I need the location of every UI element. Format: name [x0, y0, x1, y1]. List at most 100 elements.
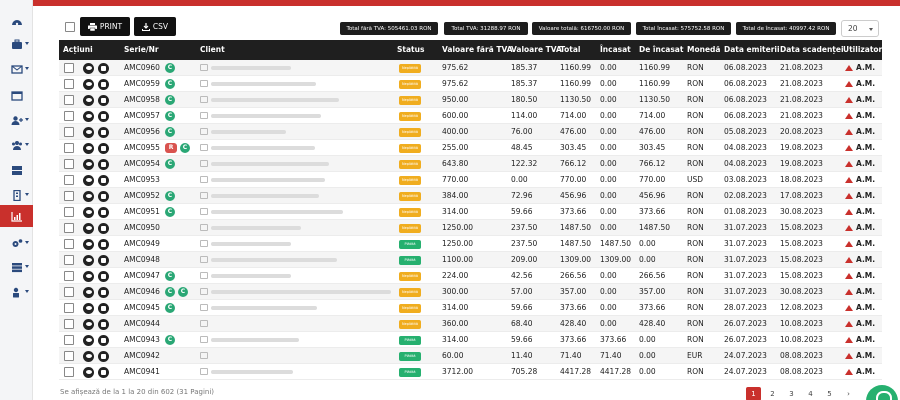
edit-client-icon[interactable]: [200, 160, 208, 167]
view-icon[interactable]: [83, 350, 94, 362]
table-row[interactable]: AMC0943 314.00 59.66 373.66 373.66 0.00 RON 26.…: [59, 332, 882, 348]
delete-icon[interactable]: [98, 270, 109, 282]
delete-icon[interactable]: [98, 174, 109, 186]
delete-icon[interactable]: [98, 302, 109, 314]
sidebar-item-add-user[interactable]: [0, 109, 33, 131]
sidebar-item-briefcase[interactable]: [0, 33, 33, 55]
table-row[interactable]: AMC0958 950.00 180.50 1130.50 0.00 1130.50 RON…: [59, 92, 882, 108]
delete-icon[interactable]: [98, 110, 109, 122]
edit-client-icon[interactable]: [200, 256, 208, 263]
row-checkbox[interactable]: [64, 255, 74, 265]
col-actions[interactable]: Acțiuni: [63, 40, 93, 60]
row-checkbox[interactable]: [64, 335, 74, 345]
col-total[interactable]: Total: [560, 40, 581, 60]
row-checkbox[interactable]: [64, 159, 74, 169]
page-next[interactable]: ›: [841, 387, 856, 400]
delete-icon[interactable]: [98, 334, 109, 346]
delete-icon[interactable]: [98, 318, 109, 330]
credit-badge[interactable]: C: [165, 303, 175, 313]
col-number[interactable]: Serie/Nr: [124, 40, 159, 60]
client-name-redacted[interactable]: [211, 290, 391, 294]
page-4[interactable]: 4: [803, 387, 818, 400]
invoice-number[interactable]: AMC0954: [124, 156, 160, 172]
view-icon[interactable]: [83, 286, 94, 298]
client-name-redacted[interactable]: [211, 178, 325, 182]
client-name-redacted[interactable]: [211, 146, 315, 150]
view-icon[interactable]: [83, 318, 94, 330]
col-currency[interactable]: Monedă: [687, 40, 720, 60]
credit-badge[interactable]: C: [165, 335, 175, 345]
select-all-checkbox[interactable]: [65, 22, 75, 32]
edit-client-icon[interactable]: [200, 320, 208, 327]
view-icon[interactable]: [83, 206, 94, 218]
edit-client-icon[interactable]: [200, 336, 208, 343]
delete-icon[interactable]: [98, 206, 109, 218]
delete-icon[interactable]: [98, 366, 109, 378]
invoice-number[interactable]: AMC0957: [124, 108, 160, 124]
invoice-number[interactable]: AMC0944: [124, 316, 160, 332]
credit-badge[interactable]: C: [165, 191, 175, 201]
credit-badge[interactable]: C: [165, 79, 175, 89]
table-row[interactable]: AMC0948 1100.00 209.00 1309.00 1309.00 0.00 RO…: [59, 252, 882, 268]
view-icon[interactable]: [83, 254, 94, 266]
table-row[interactable]: AMC0956 400.00 76.00 476.00 0.00 476.00 RON 05.…: [59, 124, 882, 140]
invoice-number[interactable]: AMC0943: [124, 332, 160, 348]
col-issued[interactable]: Data emiterii: [724, 40, 780, 60]
edit-client-icon[interactable]: [200, 64, 208, 71]
credit-badge[interactable]: C: [180, 143, 190, 153]
delete-icon[interactable]: [98, 62, 109, 74]
row-checkbox[interactable]: [64, 175, 74, 185]
credit-badge[interactable]: C: [165, 207, 175, 217]
table-row[interactable]: AMC0955 255.00 48.45 303.45 0.00 303.45 RON 04.…: [59, 140, 882, 156]
row-checkbox[interactable]: [64, 63, 74, 73]
table-row[interactable]: AMC0952 384.00 72.96 456.96 0.00 456.96 RON 02.…: [59, 188, 882, 204]
credit-badge[interactable]: C: [165, 159, 175, 169]
edit-client-icon[interactable]: [200, 192, 208, 199]
edit-client-icon[interactable]: [200, 112, 208, 119]
credit-badge[interactable]: C: [165, 127, 175, 137]
row-checkbox[interactable]: [64, 207, 74, 217]
sidebar-item-cards[interactable]: [0, 159, 33, 181]
delete-icon[interactable]: [98, 126, 109, 138]
invoice-number[interactable]: AMC0960: [124, 60, 160, 76]
row-checkbox[interactable]: [64, 79, 74, 89]
page-5[interactable]: 5: [822, 387, 837, 400]
view-icon[interactable]: [83, 94, 94, 106]
client-name-redacted[interactable]: [211, 306, 317, 310]
edit-client-icon[interactable]: [200, 352, 208, 359]
table-row[interactable]: AMC0947 224.00 42.56 266.56 0.00 266.56 RON 31.…: [59, 268, 882, 284]
row-checkbox[interactable]: [64, 95, 74, 105]
delete-icon[interactable]: [98, 238, 109, 250]
client-name-redacted[interactable]: [211, 258, 337, 262]
row-checkbox[interactable]: [64, 367, 74, 377]
credit-badge[interactable]: C: [165, 95, 175, 105]
view-icon[interactable]: [83, 334, 94, 346]
edit-client-icon[interactable]: [200, 144, 208, 151]
client-name-redacted[interactable]: [211, 242, 291, 246]
delete-icon[interactable]: [98, 254, 109, 266]
delete-icon[interactable]: [98, 190, 109, 202]
edit-client-icon[interactable]: [200, 288, 208, 295]
csv-button[interactable]: CSV: [134, 17, 176, 36]
view-icon[interactable]: [83, 174, 94, 186]
col-deadline[interactable]: Data scadenței: [780, 40, 844, 60]
sidebar-item-dashboard[interactable]: [0, 10, 33, 32]
invoice-number[interactable]: AMC0951: [124, 204, 160, 220]
client-name-redacted[interactable]: [211, 82, 316, 86]
view-icon[interactable]: [83, 302, 94, 314]
table-row[interactable]: AMC0946 300.00 57.00 357.00 0.00 357.00 RON 31.…: [59, 284, 882, 300]
page-3[interactable]: 3: [784, 387, 799, 400]
row-checkbox[interactable]: [64, 239, 74, 249]
credit-badge[interactable]: C: [165, 63, 175, 73]
edit-client-icon[interactable]: [200, 128, 208, 135]
client-name-redacted[interactable]: [211, 98, 339, 102]
invoice-number[interactable]: AMC0948: [124, 252, 160, 268]
sidebar-item-account[interactable]: [0, 281, 33, 303]
col-user[interactable]: Utilizator: [843, 40, 882, 60]
page-1[interactable]: 1: [746, 387, 761, 400]
page-size-select[interactable]: 20: [841, 20, 879, 37]
credit-badge[interactable]: C: [165, 287, 175, 297]
edit-client-icon[interactable]: [200, 176, 208, 183]
col-vat[interactable]: Valoare TVA: [511, 40, 562, 60]
view-icon[interactable]: [83, 222, 94, 234]
